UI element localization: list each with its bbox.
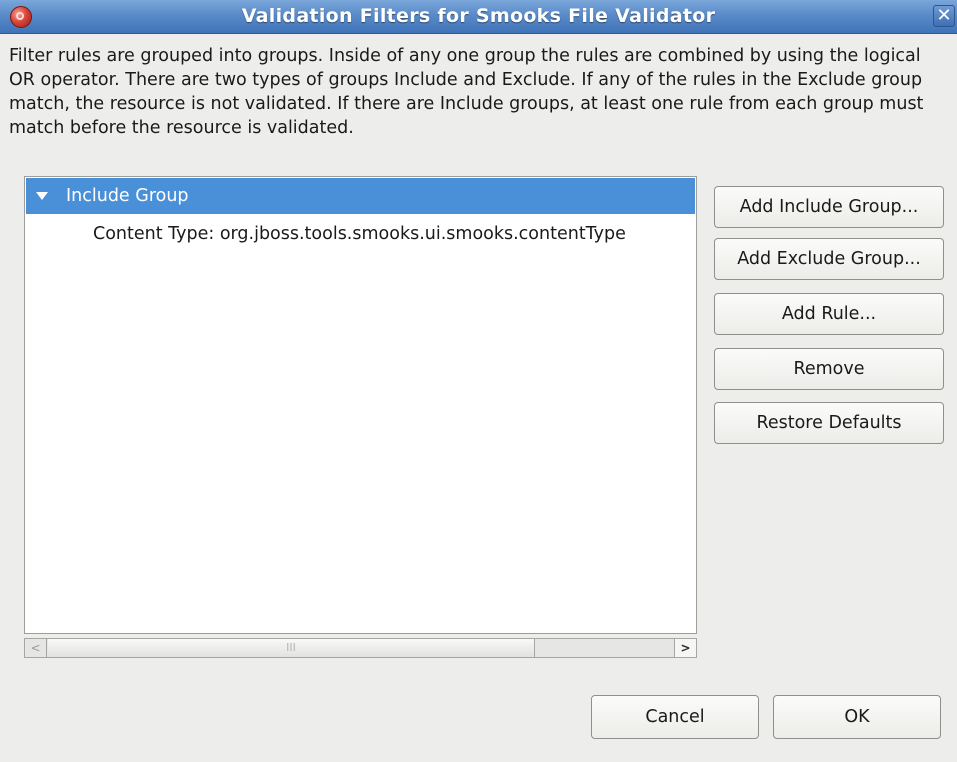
tree-item-include-group[interactable]: Include Group (26, 178, 695, 214)
cancel-button[interactable]: Cancel (591, 695, 759, 739)
tree-item-rule[interactable]: Content Type: org.jboss.tools.smooks.ui.… (93, 217, 626, 251)
restore-defaults-button[interactable]: Restore Defaults (714, 402, 944, 444)
ok-button[interactable]: OK (773, 695, 941, 739)
filter-tree[interactable]: Include Group Content Type: org.jboss.to… (24, 176, 697, 634)
close-button[interactable]: ✕ (933, 5, 955, 27)
remove-button[interactable]: Remove (714, 348, 944, 390)
scrollbar-thumb[interactable]: III (48, 639, 535, 657)
title-bar[interactable]: Validation Filters for Smooks File Valid… (0, 0, 957, 34)
add-exclude-group-button[interactable]: Add Exclude Group... (714, 238, 944, 280)
tree-item-label: Include Group (66, 186, 189, 206)
scroll-left-arrow-icon[interactable]: < (25, 639, 47, 657)
horizontal-scrollbar[interactable]: < III > (24, 638, 697, 658)
add-include-group-button[interactable]: Add Include Group... (714, 186, 944, 228)
close-icon: ✕ (936, 5, 952, 26)
dialog-title: Validation Filters for Smooks File Valid… (241, 5, 716, 27)
description-text: Filter rules are grouped into groups. In… (9, 46, 924, 138)
expand-triangle-icon[interactable] (36, 192, 48, 200)
dialog-window: Validation Filters for Smooks File Valid… (0, 0, 957, 762)
scroll-right-arrow-icon[interactable]: > (674, 639, 696, 657)
add-rule-button[interactable]: Add Rule... (714, 293, 944, 335)
